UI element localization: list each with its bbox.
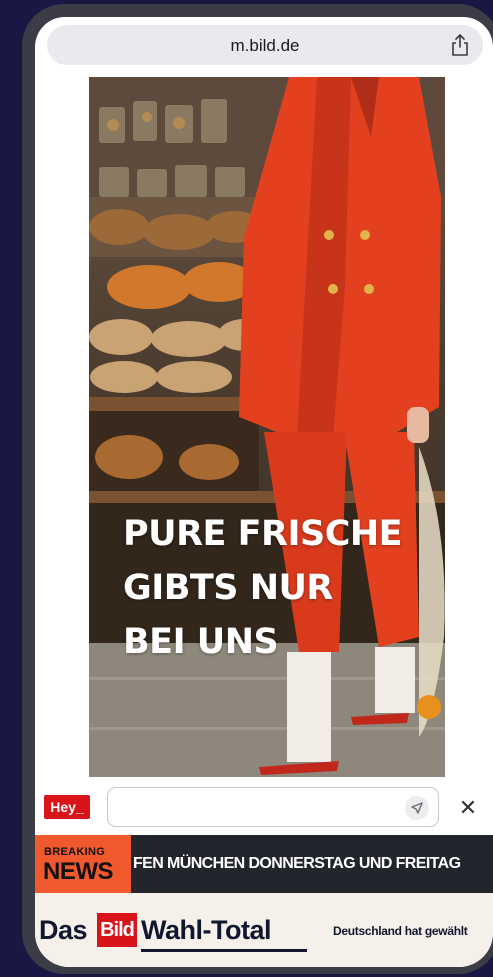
ad-photo <box>89 77 445 777</box>
chat-input[interactable] <box>107 787 439 827</box>
news-label: NEWS <box>43 858 114 885</box>
send-icon[interactable] <box>405 796 429 820</box>
wahl-underline <box>141 949 307 952</box>
share-icon[interactable] <box>451 34 469 56</box>
hey-logo[interactable]: Hey_ <box>44 795 90 819</box>
wahl-total-text: Wahl-Total <box>141 915 271 945</box>
breaking-news-banner[interactable]: BREAKING NEWS FEN MÜNCHEN DONNERSTAG UND… <box>35 835 493 893</box>
hey-chat-bar: Hey_ ✕ <box>35 779 493 835</box>
bild-logo: Bild <box>97 913 137 947</box>
close-icon[interactable]: ✕ <box>455 795 481 821</box>
wahl-subtitle: Deutschland hat gewählt <box>333 924 468 938</box>
wahl-total-banner[interactable]: Das Bild Wahl-Total Deutschland hat gewä… <box>35 893 493 967</box>
ad-headline-line-1: PURE FRISCHE <box>123 514 403 554</box>
address-bar[interactable]: m.bild.de <box>47 25 483 65</box>
browser-screen: m.bild.de PURE FRISCHE GIBTS NUR BEI UNS… <box>35 17 493 967</box>
breaking-news-ticker[interactable]: FEN MÜNCHEN DONNERSTAG UND FREITAG <box>131 835 493 893</box>
fashion-ad[interactable]: PURE FRISCHE GIBTS NUR BEI UNS <box>89 77 445 777</box>
breaking-label: BREAKING <box>44 846 106 858</box>
ad-headline-line-2: GIBTS NUR <box>123 568 333 608</box>
breaking-news-badge: BREAKING NEWS <box>35 835 131 893</box>
ad-headline: PURE FRISCHE GIBTS NUR BEI UNS <box>123 507 443 669</box>
ad-headline-line-3: BEI UNS <box>123 622 279 662</box>
wahl-das-text: Das <box>39 915 88 945</box>
url-text: m.bild.de <box>230 36 300 55</box>
